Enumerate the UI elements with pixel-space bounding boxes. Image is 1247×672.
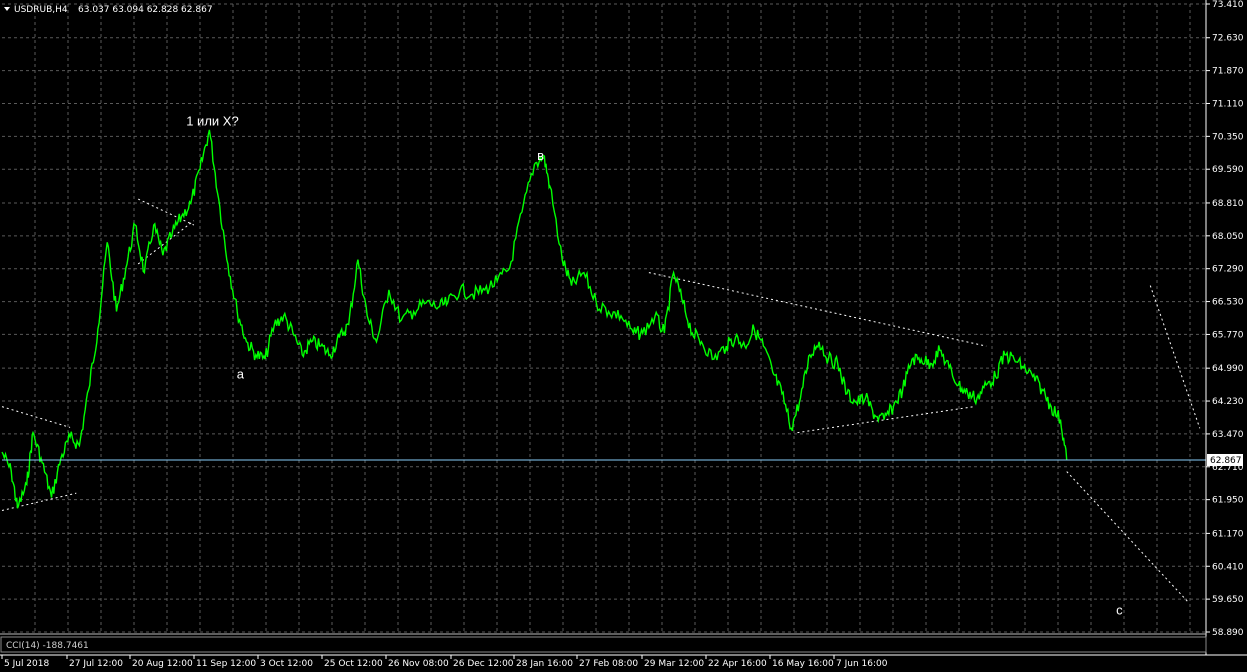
x-tick-label: 25 Oct 12:00 [324, 659, 383, 669]
y-tick-label: 72.630 [1212, 34, 1244, 44]
x-tick-label: 16 May 16:00 [772, 659, 834, 669]
indicator-subwindow[interactable]: CCI(14) -188.7461 [0, 636, 1207, 653]
y-tick-label: 71.110 [1212, 99, 1244, 109]
y-tick-label: 63.470 [1212, 430, 1244, 440]
chart-header: USDRUB,H4 63.037 63.094 62.828 62.867 [4, 5, 213, 15]
ohlc-label: 63.037 63.094 62.828 62.867 [78, 5, 213, 15]
y-tick-label: 61.170 [1212, 529, 1244, 539]
x-tick-label: 20 Aug 12:00 [132, 659, 193, 669]
y-tick-label: 71.870 [1212, 67, 1244, 77]
y-tick-label: 61.950 [1212, 496, 1244, 506]
x-tick-label: 26 Dec 12:00 [453, 659, 514, 669]
current-price-value: 62.867 [1210, 456, 1242, 466]
y-tick-label: 70.350 [1212, 132, 1244, 142]
y-tick-label: 59.650 [1212, 595, 1244, 605]
x-tick-label: 5 Jul 2018 [4, 659, 49, 669]
x-tick-label: 26 Nov 08:00 [388, 659, 449, 669]
y-tick-label: 69.590 [1212, 165, 1244, 175]
y-tick-label: 64.230 [1212, 397, 1244, 407]
y-tick-label: 66.530 [1212, 298, 1244, 308]
x-tick-label: 29 Mar 12:00 [644, 659, 704, 669]
wave-label: c [1116, 602, 1123, 617]
x-tick-label: 28 Jan 16:00 [516, 659, 573, 669]
y-tick-label: 65.770 [1212, 330, 1244, 340]
x-tick-label: 7 Jun 16:00 [836, 659, 888, 669]
wave-label: 1 или X? [186, 114, 238, 129]
y-tick-label: 58.890 [1212, 628, 1244, 638]
cci-indicator-label: CCI(14) -188.7461 [6, 641, 89, 651]
price-chart[interactable]: 73.410 72.630 71.870 71.110 70.350 69.590 68.8… [0, 0, 1247, 672]
symbol-label: USDRUB,H4 [14, 5, 68, 15]
x-tick-label: 27 Jul 12:00 [69, 659, 123, 669]
x-tick-label: 22 Apr 16:00 [708, 659, 767, 669]
current-price-badge: 62.867 [1207, 453, 1243, 466]
wave-label: в [537, 148, 544, 163]
y-tick-label: 64.990 [1212, 364, 1244, 374]
y-tick-label: 60.410 [1212, 562, 1244, 572]
y-tick-label: 68.050 [1212, 232, 1244, 242]
x-tick-label: 27 Feb 08:00 [579, 659, 638, 669]
x-tick-label: 3 Oct 12:00 [260, 659, 313, 669]
y-tick-label: 67.290 [1212, 265, 1244, 275]
x-tick-label: 11 Sep 12:00 [196, 659, 256, 669]
y-tick-label: 73.410 [1212, 0, 1244, 10]
wave-label: a [237, 367, 245, 382]
y-tick-label: 68.810 [1212, 199, 1244, 209]
